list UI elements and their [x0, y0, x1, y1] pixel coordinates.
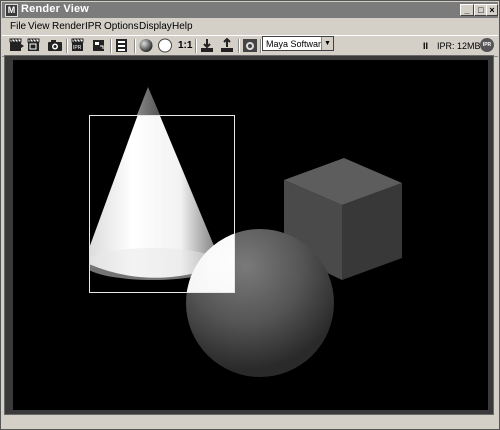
ipr-memory-status: IPR: 12MB: [437, 41, 481, 51]
redo-render-icon[interactable]: [9, 38, 25, 53]
chevron-down-icon[interactable]: ▼: [321, 37, 333, 50]
renderer-dropdown[interactable]: Maya Software ▼: [262, 36, 334, 51]
render-region-marquee[interactable]: [89, 115, 235, 293]
ipr-badge-icon[interactable]: IPR: [480, 38, 494, 52]
render-layer-icon[interactable]: [242, 38, 258, 53]
renderer-selected-value: Maya Software: [266, 39, 327, 49]
cone-tip: [137, 87, 160, 115]
menu-help[interactable]: Help: [172, 21, 193, 32]
real-size-label[interactable]: 1:1: [178, 40, 192, 51]
remove-image-icon[interactable]: [219, 38, 235, 53]
render-settings-icon[interactable]: [115, 38, 131, 53]
toolbar-separator: [66, 39, 68, 53]
toolbar-separator: [134, 39, 136, 53]
menu-options[interactable]: Options: [104, 21, 138, 32]
svg-text:IPR: IPR: [73, 45, 82, 51]
menu-ipr[interactable]: IPR: [85, 21, 102, 32]
display-rgb-icon[interactable]: [138, 38, 154, 53]
toolbar-separator: [238, 39, 240, 53]
display-alpha-icon[interactable]: [157, 38, 173, 53]
menu-display[interactable]: Display: [139, 21, 172, 32]
title-bar[interactable]: M Render View _ □ ×: [2, 2, 498, 18]
menu-view[interactable]: View: [28, 21, 50, 32]
toolbar-separator: [110, 39, 112, 53]
snapshot-icon[interactable]: [47, 38, 63, 53]
toolbar-separator: [195, 39, 197, 53]
window-title: Render View: [21, 3, 90, 15]
ipr-render-icon[interactable]: IPR: [71, 38, 87, 53]
render-region-icon[interactable]: [27, 38, 43, 53]
pause-ipr-icon[interactable]: II: [423, 41, 428, 51]
menu-bar: File View Render IPR Options Display Hel…: [2, 19, 498, 35]
maya-app-icon: M: [5, 4, 18, 17]
menu-file[interactable]: File: [10, 21, 26, 32]
rendered-scene: [89, 87, 402, 377]
menu-render[interactable]: Render: [52, 21, 85, 32]
refresh-ipr-icon[interactable]: [91, 38, 107, 53]
keep-image-icon[interactable]: [199, 38, 215, 53]
minimize-button[interactable]: _: [460, 4, 474, 16]
close-button[interactable]: ×: [486, 4, 498, 16]
